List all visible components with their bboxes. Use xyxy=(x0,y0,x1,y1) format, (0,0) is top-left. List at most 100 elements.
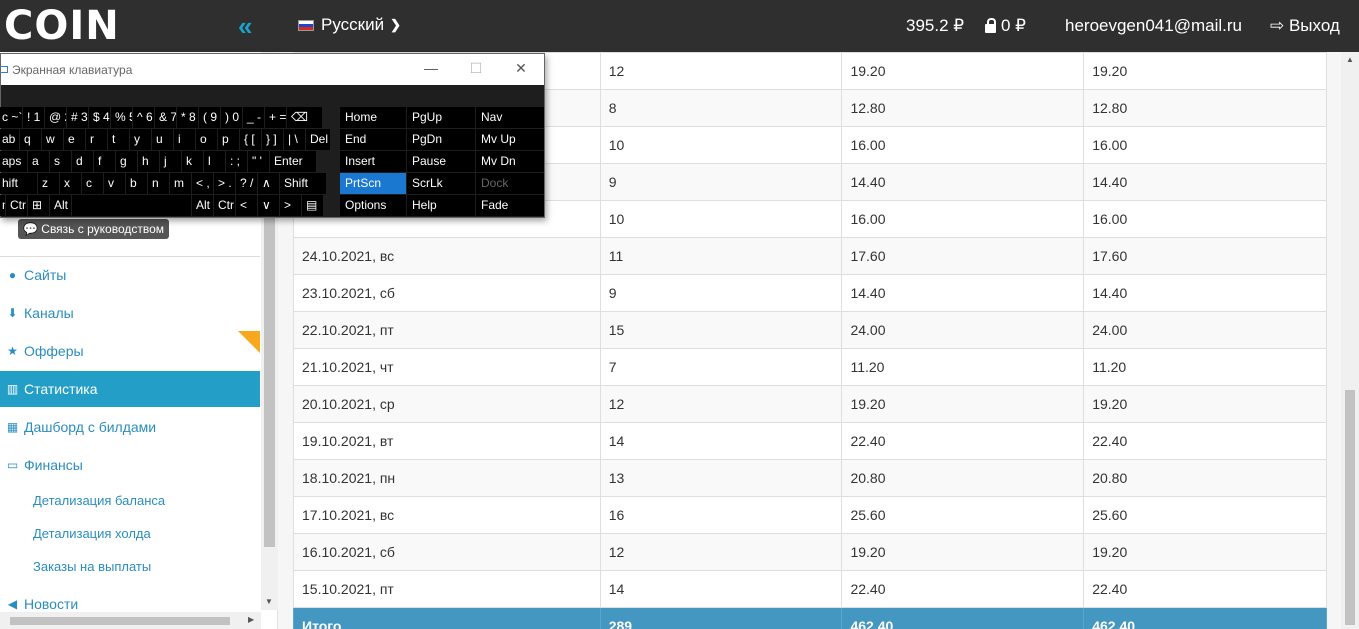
osk-key[interactable]: ⊞ xyxy=(28,195,49,216)
osk-nav-key[interactable]: Insert xyxy=(340,151,406,172)
osk-key[interactable]: Alt xyxy=(192,195,213,216)
balance-display[interactable]: 395.2 ₽ xyxy=(906,16,964,36)
osk-key[interactable]: c ~` xyxy=(0,107,22,128)
osk-key[interactable]: d xyxy=(72,151,93,172)
osk-key[interactable]: s xyxy=(50,151,71,172)
contact-management-button[interactable]: 💬 Связь с руководством xyxy=(18,219,170,239)
osk-key[interactable]: b xyxy=(126,173,147,194)
sidebar-item-statistics[interactable]: ▥ Статистика xyxy=(0,371,260,407)
osk-nav-key[interactable]: Fade xyxy=(476,195,544,216)
sidebar-subitem-hold-details[interactable]: Детализация холда xyxy=(33,526,151,541)
osk-nav-key[interactable]: Mv Up xyxy=(476,129,544,150)
osk-key[interactable] xyxy=(72,195,191,216)
osk-key[interactable]: o xyxy=(196,129,217,150)
osk-key[interactable]: _ - xyxy=(243,107,264,128)
osk-key[interactable]: < , xyxy=(192,173,213,194)
scroll-right-arrow-icon[interactable]: ▶ xyxy=(248,615,254,624)
osk-key[interactable]: } ] xyxy=(262,129,283,150)
osk-key[interactable]: Ctr xyxy=(6,195,27,216)
osk-nav-key[interactable]: Options xyxy=(340,195,406,216)
osk-key[interactable]: h xyxy=(138,151,159,172)
sidebar-subitem-payout-orders[interactable]: Заказы на выплаты xyxy=(33,559,151,574)
osk-key[interactable]: i xyxy=(174,129,195,150)
osk-key[interactable]: < xyxy=(236,195,257,216)
osk-key[interactable]: ) 0 xyxy=(221,107,242,128)
osk-key[interactable]: hift xyxy=(0,173,37,194)
osk-key[interactable]: e xyxy=(64,129,85,150)
osk-key[interactable]: * 8 xyxy=(177,107,198,128)
osk-key[interactable]: w xyxy=(42,129,63,150)
osk-key[interactable]: Shift xyxy=(280,173,326,194)
osk-key[interactable]: & 7 xyxy=(155,107,176,128)
sidebar-horizontal-scrollbar[interactable]: ▶ xyxy=(0,612,261,629)
sidebar-item-offers[interactable]: ★ Офферы xyxy=(0,333,260,369)
page-vertical-scrollbar[interactable]: ▲ xyxy=(1341,52,1359,629)
osk-key[interactable]: Del xyxy=(306,129,330,150)
osk-key[interactable]: $ 4 xyxy=(89,107,110,128)
osk-key[interactable]: Alt xyxy=(50,195,71,216)
osk-key[interactable]: u xyxy=(152,129,173,150)
osk-key[interactable]: p xyxy=(218,129,239,150)
osk-key[interactable]: : ; xyxy=(226,151,247,172)
osk-key[interactable]: aps xyxy=(0,151,27,172)
osk-key[interactable]: q xyxy=(20,129,41,150)
minimize-icon[interactable]: — xyxy=(416,60,446,76)
osk-key[interactable]: ! 1 xyxy=(23,107,44,128)
osk-key[interactable]: l xyxy=(204,151,225,172)
osk-key[interactable]: n xyxy=(148,173,169,194)
osk-key[interactable]: % 5 xyxy=(111,107,132,128)
language-selector[interactable]: Русский ❯ xyxy=(298,15,401,35)
scroll-up-arrow-icon[interactable]: ▲ xyxy=(1346,55,1354,64)
logout-button[interactable]: ⇨ Выход xyxy=(1270,16,1340,36)
osk-nav-key[interactable]: Help xyxy=(407,195,475,216)
scrollbar-thumb[interactable] xyxy=(10,617,230,625)
osk-key[interactable]: @ 2 xyxy=(45,107,66,128)
osk-key[interactable]: j xyxy=(160,151,181,172)
sidebar-item-sites[interactable]: ● Сайты xyxy=(0,257,260,293)
osk-nav-key[interactable]: Home xyxy=(340,107,406,128)
osk-key[interactable]: Enter xyxy=(270,151,316,172)
user-email-link[interactable]: heroevgen041@mail.ru xyxy=(1065,16,1242,36)
osk-nav-key[interactable]: Pause xyxy=(407,151,475,172)
osk-key[interactable]: ▤ xyxy=(302,195,323,216)
osk-key[interactable]: ab xyxy=(0,129,19,150)
osk-key[interactable]: ∧ xyxy=(258,173,279,194)
osk-nav-key[interactable]: PgUp xyxy=(407,107,475,128)
sidebar-subitem-balance-details[interactable]: Детализация баланса xyxy=(33,493,165,508)
osk-key[interactable]: v xyxy=(104,173,125,194)
sidebar-item-finance[interactable]: ▭ Финансы xyxy=(0,447,260,483)
osk-key[interactable]: { [ xyxy=(240,129,261,150)
scroll-down-arrow-icon[interactable]: ▼ xyxy=(265,597,273,606)
osk-nav-key[interactable]: Mv Dn xyxy=(476,151,544,172)
osk-key[interactable]: a xyxy=(28,151,49,172)
osk-key[interactable]: ( 9 xyxy=(199,107,220,128)
osk-key[interactable]: k xyxy=(182,151,203,172)
scrollbar-thumb[interactable] xyxy=(1345,390,1355,625)
osk-nav-key[interactable]: ScrLk xyxy=(407,173,475,194)
osk-key[interactable]: z xyxy=(38,173,59,194)
osk-key[interactable]: t xyxy=(108,129,129,150)
osk-key[interactable]: m xyxy=(170,173,191,194)
maximize-icon[interactable]: ☐ xyxy=(461,60,491,77)
osk-key[interactable]: ? / xyxy=(236,173,257,194)
osk-key[interactable]: n xyxy=(0,195,5,216)
osk-key[interactable]: c xyxy=(82,173,103,194)
collapse-sidebar-icon[interactable]: « xyxy=(238,12,252,40)
osk-key[interactable]: ∨ xyxy=(258,195,279,216)
osk-title-bar[interactable]: Экранная клавиатура — ☐ ✕ xyxy=(0,54,544,85)
osk-key[interactable]: ^ 6 xyxy=(133,107,154,128)
osk-key[interactable]: > . xyxy=(214,173,235,194)
osk-key[interactable]: > xyxy=(280,195,301,216)
osk-key[interactable]: ⌫ xyxy=(287,107,322,128)
osk-key[interactable]: Ctr xyxy=(214,195,235,216)
osk-key[interactable]: + = xyxy=(265,107,286,128)
osk-nav-key[interactable]: Nav xyxy=(476,107,544,128)
osk-key[interactable]: " ' xyxy=(248,151,269,172)
osk-nav-key[interactable]: End xyxy=(340,129,406,150)
close-icon[interactable]: ✕ xyxy=(506,60,536,77)
osk-key[interactable]: y xyxy=(130,129,151,150)
sidebar-item-channels[interactable]: ⬇ Каналы xyxy=(0,295,260,331)
osk-nav-key[interactable]: Dock xyxy=(476,173,544,194)
logo[interactable]: COIN xyxy=(4,6,120,46)
osk-key[interactable]: f xyxy=(94,151,115,172)
